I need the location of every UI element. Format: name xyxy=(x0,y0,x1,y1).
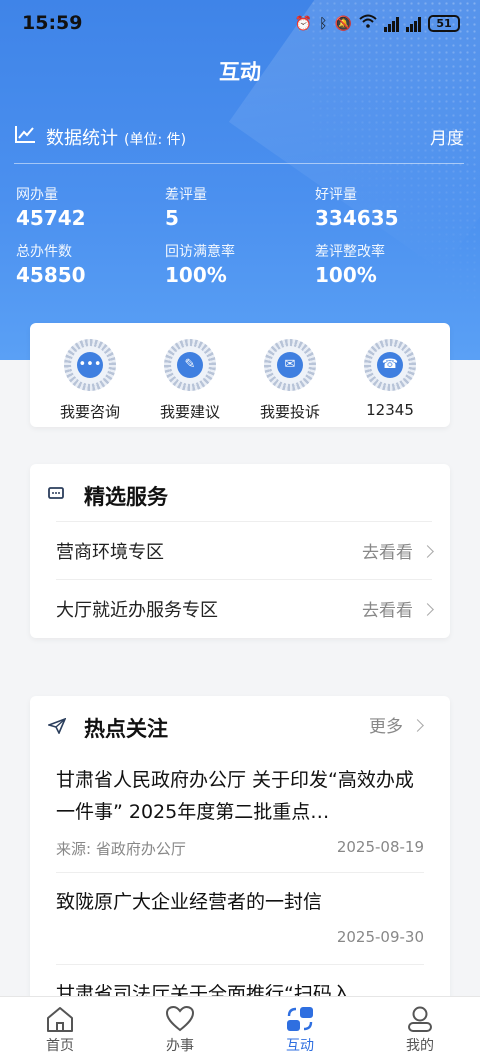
stat-label: 好评量 xyxy=(315,187,357,203)
news-source: 来源: 省政府办公厅 xyxy=(56,840,186,858)
tab-label: 办事 xyxy=(166,1038,194,1054)
services-title: 精选服务 xyxy=(48,482,168,510)
news-date: 2025-08-19 xyxy=(336,838,424,856)
stat-value: 334635 xyxy=(315,206,399,230)
bottom-tab-bar: 首页 办事 互动 我的 xyxy=(0,996,480,1058)
stat-value: 100% xyxy=(165,263,227,287)
quick-action-label: 12345 xyxy=(366,401,414,419)
badge: ✉ xyxy=(264,339,316,391)
tab-services[interactable]: 办事 xyxy=(120,997,240,1058)
battery-icon: 51 xyxy=(428,15,460,32)
quick-action-suggest[interactable]: ✎ 我要建议 xyxy=(142,339,238,427)
service-action: 去看看 xyxy=(362,596,434,621)
service-action: 去看看 xyxy=(362,538,434,563)
services-title-text: 精选服务 xyxy=(84,485,168,509)
stat-label: 差评整改率 xyxy=(315,244,385,260)
wifi-icon xyxy=(359,14,377,33)
user-icon xyxy=(408,1006,432,1032)
quick-actions-card: ••• 我要咨询 ✎ 我要建议 ✉ 我要投诉 ☎ 12345 xyxy=(30,323,450,427)
more-link[interactable]: 更多 xyxy=(369,712,424,737)
status-bar: 15:59 ⏰ ᛒ 🔕 51 xyxy=(0,0,480,48)
news-divider xyxy=(56,872,424,873)
mute-bell-icon: 🔕 xyxy=(334,15,352,32)
tab-interaction[interactable]: 互动 xyxy=(240,997,360,1058)
news-meta: 2025-09-30 xyxy=(56,928,424,948)
news-meta: 来源: 省政府办公厅 2025-08-19 xyxy=(56,838,424,858)
stat-value: 100% xyxy=(315,263,377,287)
chat-square-icon xyxy=(48,487,68,505)
line-chart-icon xyxy=(15,126,35,143)
quick-action-label: 我要建议 xyxy=(159,403,220,421)
chat-bubble-icon: ••• xyxy=(77,352,103,378)
stat-online: 网办量 45742 xyxy=(16,184,86,230)
stats-unit: (单位: 件) xyxy=(124,132,187,148)
chevron-right-icon xyxy=(421,545,434,558)
alarm-icon: ⏰ xyxy=(294,15,313,32)
news-title: 甘肃省人民政府办公厅 关于印发“高效办成一件事” 2025年度第二批重点… xyxy=(56,769,414,823)
hot-topics-card: 热点关注 更多 甘肃省人民政府办公厅 关于印发“高效办成一件事” 2025年度第… xyxy=(30,696,450,1006)
news-title: 致陇原广大企业经营者的一封信 xyxy=(56,891,323,913)
hot-title: 热点关注 xyxy=(46,714,168,742)
stat-satisfaction: 回访满意率 100% xyxy=(165,241,235,287)
tab-label: 首页 xyxy=(46,1038,74,1054)
interaction-icon xyxy=(287,1007,313,1031)
service-row-hall[interactable]: 大厅就近办服务专区 去看看 xyxy=(56,579,434,637)
news-divider xyxy=(56,964,424,965)
signal-icon xyxy=(384,16,399,32)
tab-label: 互动 xyxy=(286,1038,314,1054)
chevron-right-icon xyxy=(411,719,424,732)
stat-total: 总办件数 45850 xyxy=(16,241,86,287)
period-selector[interactable]: 月度 xyxy=(430,124,464,149)
stat-value: 45850 xyxy=(16,263,86,287)
services-card: 精选服务 营商环境专区 去看看 大厅就近办服务专区 去看看 xyxy=(30,464,450,638)
quick-action-label: 我要投诉 xyxy=(259,403,320,421)
status-time: 15:59 xyxy=(22,12,83,34)
news-item[interactable]: 甘肃省人民政府办公厅 关于印发“高效办成一件事” 2025年度第二批重点… 来源… xyxy=(56,764,424,858)
quick-action-label: 我要咨询 xyxy=(59,403,120,421)
stats-title: 数据统计 xyxy=(46,128,118,149)
message-icon: ✉ xyxy=(277,352,303,378)
stats-header: 数据统计 (单位: 件) 月度 xyxy=(14,124,464,149)
stat-value: 45742 xyxy=(16,206,86,230)
quick-action-consult[interactable]: ••• 我要咨询 xyxy=(42,339,138,427)
service-row-business[interactable]: 营商环境专区 去看看 xyxy=(56,521,434,579)
stat-label: 网办量 xyxy=(16,187,58,203)
tab-label: 我的 xyxy=(406,1038,434,1054)
pencil-icon: ✎ xyxy=(177,352,203,378)
status-icons: ⏰ ᛒ 🔕 51 xyxy=(295,14,460,33)
paper-plane-icon xyxy=(46,717,68,738)
stat-label: 回访满意率 xyxy=(165,244,235,260)
heart-icon xyxy=(165,1005,195,1032)
stat-good-review: 好评量 334635 xyxy=(315,184,399,230)
badge: ✎ xyxy=(164,339,216,391)
bluetooth-icon: ᛒ xyxy=(319,15,328,32)
chevron-right-icon xyxy=(421,603,434,616)
stats-divider xyxy=(14,163,464,164)
hotline-icon: ☎ xyxy=(377,352,403,378)
quick-action-complain[interactable]: ✉ 我要投诉 xyxy=(242,339,338,427)
stat-label: 差评量 xyxy=(165,187,207,203)
badge: ☎ xyxy=(364,339,416,391)
header-background xyxy=(0,0,480,360)
quick-action-12345[interactable]: ☎ 12345 xyxy=(342,339,438,427)
tab-home[interactable]: 首页 xyxy=(0,997,120,1058)
stat-label: 总办件数 xyxy=(16,244,72,260)
service-label: 大厅就近办服务专区 xyxy=(56,600,218,621)
page-title: 互动 xyxy=(219,60,261,84)
news-date: 2025-09-30 xyxy=(336,928,424,946)
home-icon xyxy=(47,1007,73,1032)
news-item[interactable]: 致陇原广大企业经营者的一封信 2025-09-30 xyxy=(56,886,424,948)
hot-title-text: 热点关注 xyxy=(84,717,168,741)
stat-value: 5 xyxy=(165,206,179,230)
service-label: 营商环境专区 xyxy=(56,542,164,563)
stat-bad-review: 差评量 5 xyxy=(165,184,207,230)
signal-icon-2 xyxy=(406,16,421,32)
badge: ••• xyxy=(64,339,116,391)
stat-rectification: 差评整改率 100% xyxy=(315,241,385,287)
stats-title-wrap: 数据统计 (单位: 件) xyxy=(46,124,186,150)
tab-profile[interactable]: 我的 xyxy=(360,997,480,1058)
